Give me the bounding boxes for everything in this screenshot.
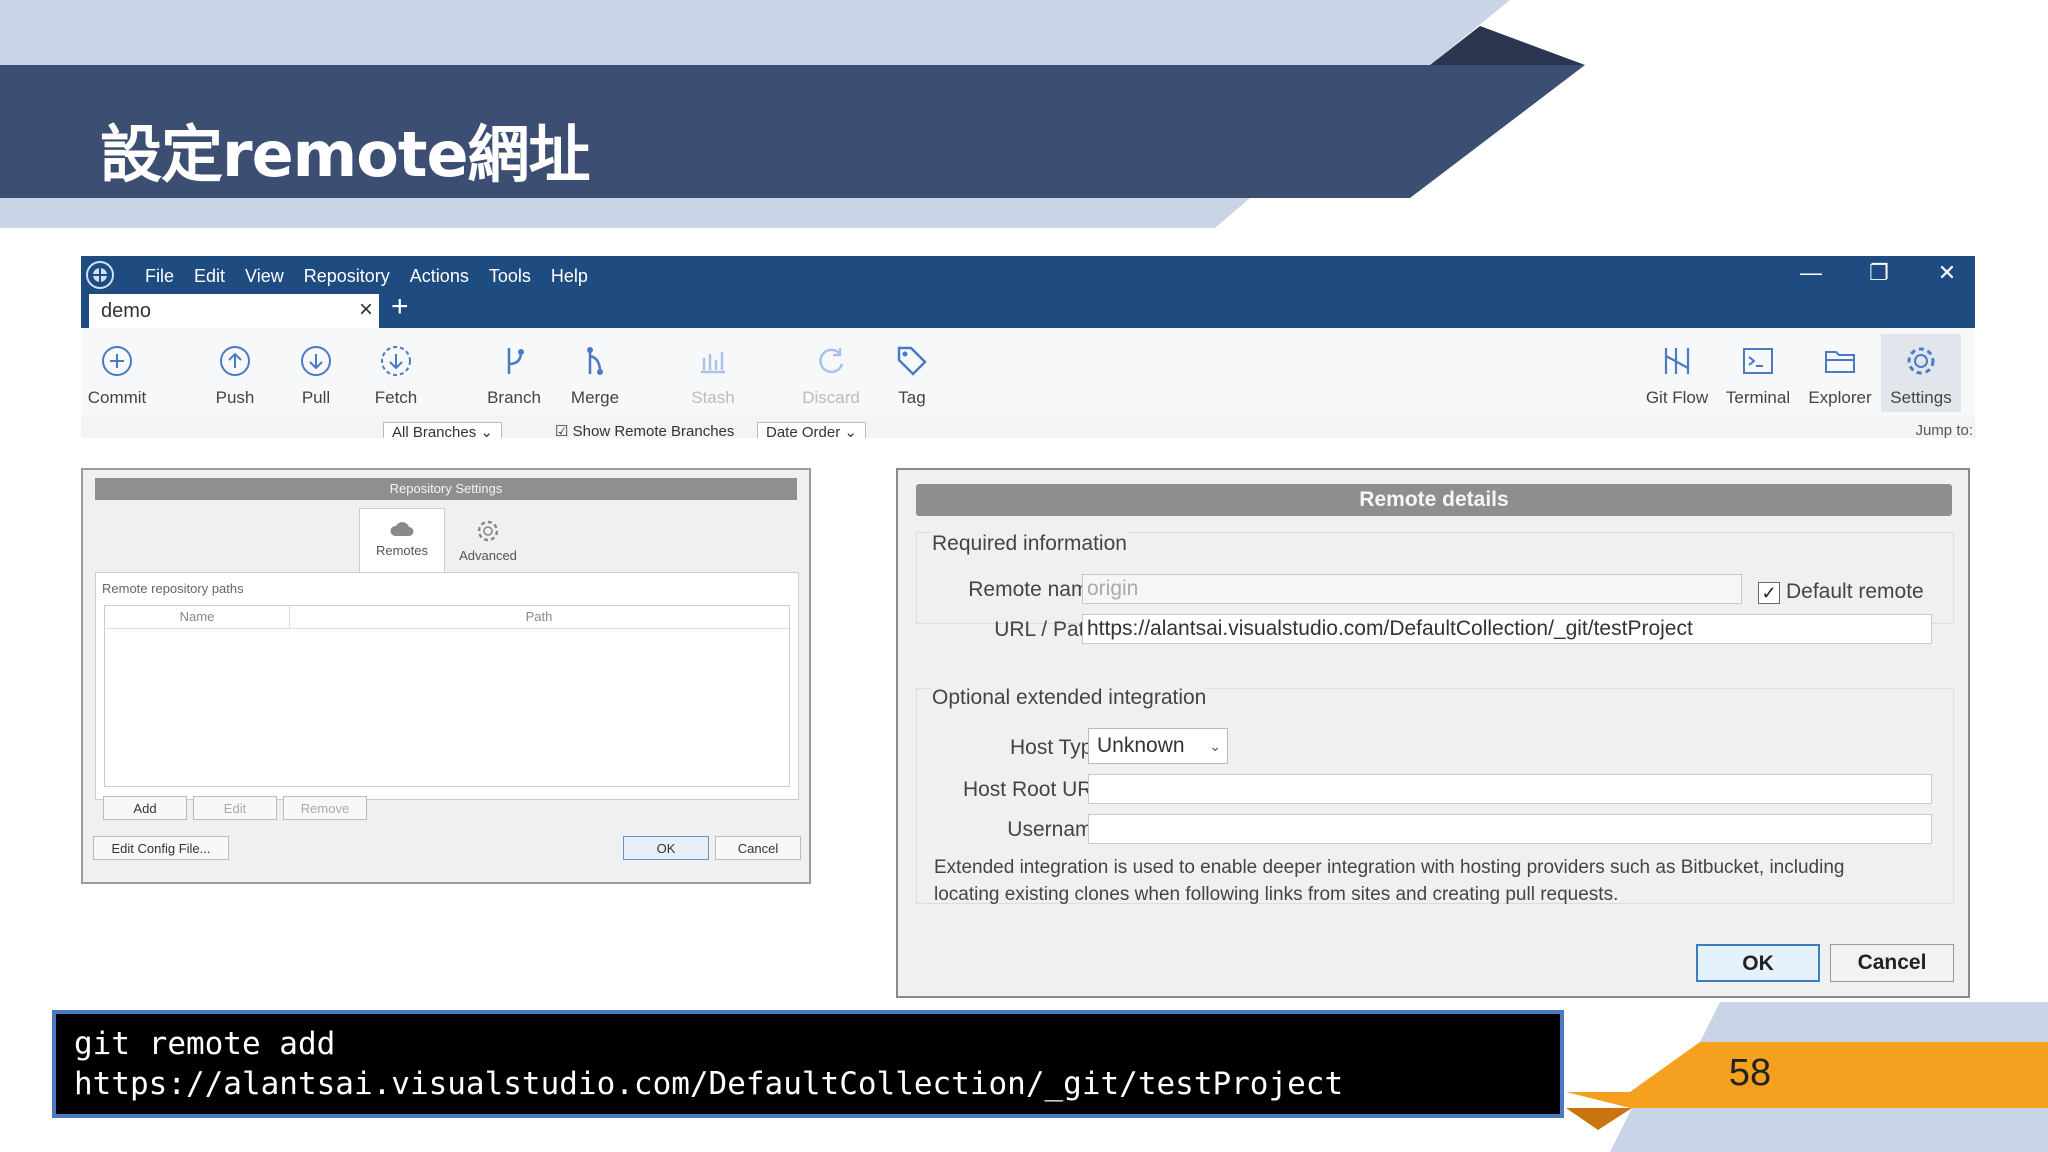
tag-button[interactable]: Tag [872, 334, 952, 412]
stash-icon [701, 352, 725, 374]
under-title-band [0, 198, 1250, 228]
column-header-path[interactable]: Path [290, 606, 788, 628]
table-header-divider [105, 628, 789, 629]
branch-icon [507, 348, 524, 374]
host-type-label: Host Type: [1010, 736, 1110, 759]
remote-paths-title: Remote repository paths [102, 581, 244, 596]
repository-settings-dialog: Repository Settings Remotes Advanced Rem… [81, 468, 811, 884]
title-bar: File Edit View Repository Actions Tools … [81, 256, 1975, 328]
remove-remote-button[interactable]: Remove [283, 796, 367, 820]
sourcetree-logo-icon [86, 261, 114, 289]
commit-icon [102, 346, 132, 376]
menu-repository[interactable]: Repository [294, 260, 400, 292]
remote-name-input[interactable]: origin [1082, 574, 1742, 604]
gear-icon [477, 520, 499, 542]
merge-icon [587, 347, 603, 375]
menu-help[interactable]: Help [541, 260, 598, 292]
remote-details-title: Remote details [916, 484, 1952, 516]
bottom-light-band [1610, 1108, 2048, 1152]
orange-shadow [1566, 1108, 1632, 1130]
host-root-url-label: Host Root URL: [962, 778, 1110, 801]
page-number: 58 [1728, 1052, 1772, 1094]
close-tab-icon[interactable]: × [359, 296, 373, 324]
default-remote-checkbox[interactable]: ✓ [1758, 582, 1780, 604]
remotes-table[interactable]: Name Path [104, 605, 790, 787]
jump-to-label: Jump to: [1915, 422, 1973, 438]
menu-bar: File Edit View Repository Actions Tools … [135, 260, 598, 292]
username-input[interactable] [1088, 814, 1932, 844]
chevron-down-icon: ⌄ [1209, 738, 1221, 754]
branches-filter-dropdown[interactable]: All Branches ⌄ [383, 422, 502, 438]
cloud-icon [390, 522, 414, 536]
host-type-dropdown[interactable]: Unknown ⌄ [1088, 728, 1228, 764]
cancel-button[interactable]: Cancel [1830, 944, 1954, 982]
edit-config-file-button[interactable]: Edit Config File... [93, 836, 229, 860]
sourcetree-window: File Edit View Repository Actions Tools … [81, 256, 1975, 438]
code-line-2: https://alantsai.visualstudio.com/Defaul… [74, 1066, 1344, 1102]
cancel-button[interactable]: Cancel [715, 836, 801, 860]
menu-actions[interactable]: Actions [400, 260, 479, 292]
username-label: Username: [1007, 818, 1110, 841]
close-window-icon[interactable]: ✕ [1927, 258, 1967, 288]
remote-name-label: Remote name: [968, 578, 1106, 601]
required-info-label: Required information [932, 532, 1127, 556]
host-root-url-input[interactable] [1088, 774, 1932, 804]
settings-button[interactable]: Settings [1881, 334, 1961, 412]
filter-bar: All Branches ⌄ ☑ Show Remote Branches Da… [81, 416, 1975, 438]
terminal-icon [1743, 348, 1773, 374]
edit-remote-button[interactable]: Edit [193, 796, 277, 820]
pull-icon [301, 346, 331, 376]
add-remote-button[interactable]: Add [103, 796, 187, 820]
merge-button[interactable]: Merge [555, 334, 635, 412]
add-tab-icon[interactable]: + [391, 292, 409, 322]
tab-advanced[interactable]: Advanced [445, 508, 531, 572]
column-header-name[interactable]: Name [105, 606, 290, 628]
remote-details-dialog: Remote details Required information Remo… [896, 468, 1970, 998]
minimize-icon[interactable]: — [1791, 258, 1831, 288]
tab-remotes[interactable]: Remotes [359, 508, 445, 572]
fetch-button[interactable]: Fetch [356, 334, 436, 412]
ok-button[interactable]: OK [623, 836, 709, 860]
git-flow-icon [1664, 348, 1690, 374]
slide-title: 設定remote網址 [100, 118, 591, 191]
optional-integration-label: Optional extended integration [932, 686, 1207, 710]
push-icon [220, 346, 250, 376]
integration-description-line1: Extended integration is used to enable d… [934, 857, 1845, 878]
discard-icon [819, 348, 844, 374]
default-remote-label: Default remote [1786, 580, 1924, 603]
restore-icon[interactable]: ❐ [1859, 258, 1899, 288]
menu-edit[interactable]: Edit [184, 260, 235, 292]
menu-view[interactable]: View [235, 260, 294, 292]
top-light-band [0, 0, 1510, 65]
stash-button[interactable]: Stash [673, 334, 753, 412]
page-number-band [1630, 1042, 2048, 1108]
fetch-icon [381, 346, 411, 376]
remote-paths-panel: Remote repository paths Name Path [95, 572, 799, 800]
url-path-label: URL / Path: [994, 618, 1102, 641]
gear-icon [1907, 347, 1935, 375]
repo-tab-label: demo [101, 300, 152, 322]
explorer-icon [1825, 351, 1855, 373]
url-path-input[interactable]: https://alantsai.visualstudio.com/Defaul… [1082, 614, 1932, 644]
tag-icon [897, 346, 927, 376]
command-code-box: git remote add https://alantsai.visualst… [52, 1010, 1564, 1118]
order-dropdown[interactable]: Date Order ⌄ [757, 422, 866, 438]
commit-button[interactable]: Commit [81, 334, 157, 412]
orange-tip [1566, 1092, 1630, 1108]
repository-settings-title: Repository Settings [95, 478, 797, 500]
bottom-light-band-top [1700, 1002, 2048, 1042]
toolbar: Commit Push Pull Fetch Branch Merge Stas… [81, 328, 1975, 417]
integration-description-line2: locating existing clones when following … [934, 884, 1619, 905]
menu-file[interactable]: File [135, 260, 184, 292]
code-line-1: git remote add [74, 1026, 336, 1062]
repo-tab[interactable]: demo × [89, 294, 379, 328]
show-remote-branches-toggle[interactable]: ☑ Show Remote Branches [547, 422, 742, 438]
menu-tools[interactable]: Tools [479, 260, 541, 292]
ok-button[interactable]: OK [1696, 944, 1820, 982]
